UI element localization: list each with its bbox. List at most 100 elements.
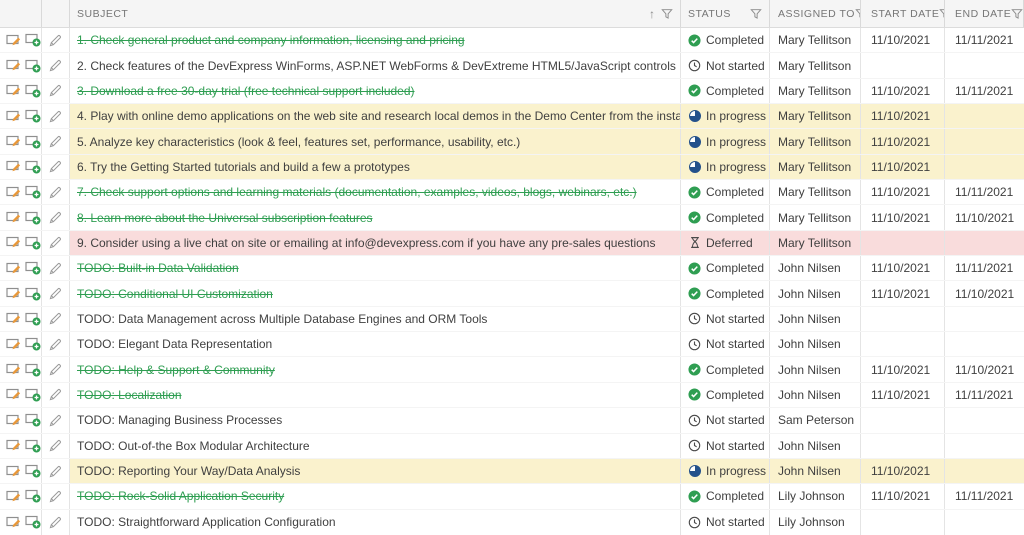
assigned-to-cell[interactable]: John Nilsen — [770, 383, 861, 407]
subject-cell[interactable]: 4. Play with online demo applications on… — [70, 104, 681, 128]
table-row[interactable]: 2. Check features of the DevExpress WinF… — [0, 53, 1024, 78]
edit-record-icon[interactable] — [6, 439, 21, 452]
assigned-to-cell[interactable]: Mary Tellitson — [770, 28, 861, 52]
end-date-cell[interactable]: 11/11/2021 — [945, 484, 1024, 508]
edit-record-icon[interactable] — [6, 236, 21, 249]
status-cell[interactable]: In progress — [681, 155, 770, 179]
status-cell[interactable]: Completed — [681, 256, 770, 280]
sort-ascending-icon[interactable]: ↑ — [649, 8, 655, 20]
status-cell[interactable]: Completed — [681, 205, 770, 229]
start-date-cell[interactable]: 11/10/2021 — [861, 281, 945, 305]
start-date-cell[interactable]: 11/10/2021 — [861, 383, 945, 407]
pencil-icon[interactable] — [49, 414, 62, 427]
end-date-cell[interactable] — [945, 434, 1024, 458]
pencil-icon[interactable] — [49, 34, 62, 47]
header-status[interactable]: STATUS — [681, 0, 770, 27]
new-record-icon[interactable] — [25, 388, 41, 402]
subject-cell[interactable]: 5. Analyze key characteristics (look & f… — [70, 129, 681, 153]
status-cell[interactable]: Not started — [681, 332, 770, 356]
start-date-cell[interactable]: 11/10/2021 — [861, 79, 945, 103]
end-date-cell[interactable]: 11/10/2021 — [945, 205, 1024, 229]
end-date-cell[interactable]: 11/10/2021 — [945, 281, 1024, 305]
edit-record-icon[interactable] — [6, 160, 21, 173]
end-date-cell[interactable] — [945, 53, 1024, 77]
pencil-icon[interactable] — [49, 59, 62, 72]
new-record-icon[interactable] — [25, 135, 41, 149]
end-date-cell[interactable] — [945, 129, 1024, 153]
new-record-icon[interactable] — [25, 185, 41, 199]
subject-cell[interactable]: TODO: Elegant Data Representation — [70, 332, 681, 356]
status-cell[interactable]: Not started — [681, 408, 770, 432]
start-date-cell[interactable]: 11/10/2021 — [861, 180, 945, 204]
assigned-to-cell[interactable]: John Nilsen — [770, 332, 861, 356]
new-record-icon[interactable] — [25, 84, 41, 98]
new-record-icon[interactable] — [25, 363, 41, 377]
end-date-cell[interactable] — [945, 104, 1024, 128]
subject-cell[interactable]: 2. Check features of the DevExpress WinF… — [70, 53, 681, 77]
pencil-icon[interactable] — [49, 110, 62, 123]
new-record-icon[interactable] — [25, 33, 41, 47]
table-row[interactable]: 8. Learn more about the Universal subscr… — [0, 205, 1024, 230]
assigned-to-cell[interactable]: John Nilsen — [770, 307, 861, 331]
start-date-cell[interactable]: 11/10/2021 — [861, 256, 945, 280]
subject-cell[interactable]: TODO: Built-in Data Validation — [70, 256, 681, 280]
subject-cell[interactable]: TODO: Reporting Your Way/Data Analysis — [70, 459, 681, 483]
pencil-icon[interactable] — [49, 135, 62, 148]
subject-cell[interactable]: 7. Check support options and learning ma… — [70, 180, 681, 204]
edit-record-icon[interactable] — [6, 110, 21, 123]
assigned-to-cell[interactable]: Mary Tellitson — [770, 205, 861, 229]
edit-record-icon[interactable] — [6, 186, 21, 199]
filter-funnel-icon[interactable] — [1011, 8, 1023, 20]
table-row[interactable]: 3. Download a free 30-day trial (free te… — [0, 79, 1024, 104]
table-row[interactable]: TODO: Managing Business Processes Not st… — [0, 408, 1024, 433]
status-cell[interactable]: Deferred — [681, 231, 770, 255]
header-end-date[interactable]: END DATE — [945, 0, 1024, 27]
subject-cell[interactable]: 6. Try the Getting Started tutorials and… — [70, 155, 681, 179]
subject-cell[interactable]: 8. Learn more about the Universal subscr… — [70, 205, 681, 229]
assigned-to-cell[interactable]: Mary Tellitson — [770, 104, 861, 128]
end-date-cell[interactable]: 11/11/2021 — [945, 180, 1024, 204]
assigned-to-cell[interactable]: John Nilsen — [770, 256, 861, 280]
new-record-icon[interactable] — [25, 515, 41, 529]
new-record-icon[interactable] — [25, 211, 41, 225]
new-record-icon[interactable] — [25, 287, 41, 301]
start-date-cell[interactable] — [861, 53, 945, 77]
pencil-icon[interactable] — [49, 211, 62, 224]
edit-record-icon[interactable] — [6, 262, 21, 275]
end-date-cell[interactable] — [945, 307, 1024, 331]
status-cell[interactable]: Not started — [681, 307, 770, 331]
status-cell[interactable]: Completed — [681, 357, 770, 381]
status-cell[interactable]: Not started — [681, 510, 770, 535]
table-row[interactable]: TODO: Conditional UI Customization Compl… — [0, 281, 1024, 306]
start-date-cell[interactable] — [861, 510, 945, 535]
assigned-to-cell[interactable]: Mary Tellitson — [770, 155, 861, 179]
subject-cell[interactable]: TODO: Data Management across Multiple Da… — [70, 307, 681, 331]
status-cell[interactable]: Completed — [681, 180, 770, 204]
pencil-icon[interactable] — [49, 186, 62, 199]
new-record-icon[interactable] — [25, 489, 41, 503]
pencil-icon[interactable] — [49, 236, 62, 249]
end-date-cell[interactable]: 11/11/2021 — [945, 79, 1024, 103]
new-record-icon[interactable] — [25, 59, 41, 73]
end-date-cell[interactable]: 11/11/2021 — [945, 383, 1024, 407]
table-row[interactable]: TODO: Elegant Data Representation Not st… — [0, 332, 1024, 357]
end-date-cell[interactable]: 11/11/2021 — [945, 28, 1024, 52]
edit-record-icon[interactable] — [6, 34, 21, 47]
edit-record-icon[interactable] — [6, 287, 21, 300]
subject-cell[interactable]: 3. Download a free 30-day trial (free te… — [70, 79, 681, 103]
edit-record-icon[interactable] — [6, 465, 21, 478]
start-date-cell[interactable]: 11/10/2021 — [861, 104, 945, 128]
start-date-cell[interactable] — [861, 434, 945, 458]
new-record-icon[interactable] — [25, 413, 41, 427]
status-cell[interactable]: Completed — [681, 28, 770, 52]
end-date-cell[interactable] — [945, 408, 1024, 432]
edit-record-icon[interactable] — [6, 388, 21, 401]
assigned-to-cell[interactable]: John Nilsen — [770, 357, 861, 381]
end-date-cell[interactable]: 11/10/2021 — [945, 357, 1024, 381]
header-start-date[interactable]: START DATE — [861, 0, 945, 27]
edit-record-icon[interactable] — [6, 490, 21, 503]
pencil-icon[interactable] — [49, 287, 62, 300]
assigned-to-cell[interactable]: Mary Tellitson — [770, 180, 861, 204]
edit-record-icon[interactable] — [6, 516, 21, 529]
table-row[interactable]: TODO: Help & Support & Community Complet… — [0, 357, 1024, 382]
